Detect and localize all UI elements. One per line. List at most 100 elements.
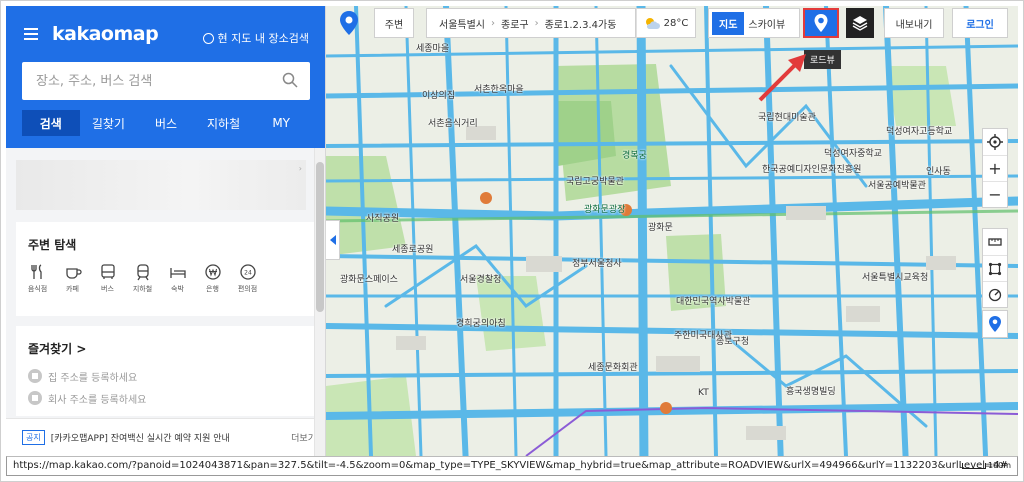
subway-icon (136, 264, 149, 281)
search-icon[interactable] (282, 72, 298, 88)
login-button[interactable]: 로그인 (952, 8, 1008, 38)
scrollbar-thumb[interactable] (316, 162, 324, 312)
scale-label: 100m (987, 461, 1011, 470)
favorites-title[interactable]: 즐겨찾기 > (16, 326, 314, 365)
kakaomap-logo: kakaomap (52, 23, 159, 45)
nearby-button[interactable]: 주변 (374, 8, 414, 38)
category-cafe[interactable]: 카페 (55, 263, 90, 294)
map-label: 이상의집 (422, 91, 456, 101)
nearby-categories: 음식점 카페 버스 지하철 숙박 은행 24 편의점 (16, 253, 314, 294)
search-box (22, 62, 310, 100)
category-bus[interactable]: 버스 (90, 263, 125, 294)
area-measure-button[interactable] (983, 255, 1007, 281)
tab-subway[interactable]: 지하철 (195, 110, 253, 136)
status-url: https://map.kakao.com/?panoid=1024043871… (13, 460, 1009, 471)
radius-icon (988, 288, 1002, 301)
browser-status-bar: https://map.kakao.com/?panoid=1024043871… (6, 456, 1018, 476)
briefcase-icon (28, 391, 42, 405)
zoom-out-button[interactable]: − (983, 181, 1007, 207)
map-label: 대한민국역사박물관 (676, 297, 751, 307)
favorite-home-label: 집 주소를 등록하세요 (48, 372, 138, 384)
zoom-in-button[interactable]: + (983, 155, 1007, 181)
address-city[interactable]: 서울특별시 (439, 16, 485, 31)
minus-icon: − (988, 185, 1002, 204)
chevron-left-icon (329, 235, 336, 245)
category-convenience[interactable]: 24 편의점 (230, 263, 265, 294)
map-label: 경희궁의아침 (456, 319, 506, 329)
partly-cloudy-icon (645, 18, 660, 29)
crosshair-icon (987, 134, 1003, 150)
park-5 (886, 66, 956, 126)
sidebar-collapse-button[interactable] (326, 220, 340, 260)
category-subway[interactable]: 지하철 (125, 263, 160, 294)
sidebar-tabs: 검색 길찾기 버스 지하철 MY (22, 110, 310, 136)
area-search-toggle[interactable]: 현 지도 내 장소검색 (202, 30, 309, 46)
map-view[interactable]: 세종마을 서촌한옥마을 이상의집 서촌음식거리 정부서울청사 광화문 광화문광장… (326, 6, 1018, 456)
area-search-label: 현 지도 내 장소검색 (217, 32, 309, 45)
tab-directions[interactable]: 길찾기 (80, 110, 138, 136)
chevron-right-icon: › (534, 17, 539, 29)
svg-text:24: 24 (244, 270, 252, 277)
category-restaurant[interactable]: 음식점 (20, 263, 55, 294)
park-inner (556, 101, 616, 166)
map-label: 흥국생명빌딩 (786, 387, 836, 397)
layers-button[interactable] (846, 8, 874, 38)
my-location-pin-button[interactable] (338, 8, 366, 38)
category-lodging[interactable]: 숙박 (160, 263, 195, 294)
favorite-work-label: 회사 주소를 등록하세요 (48, 394, 147, 406)
map-label: 서울경찰청 (460, 275, 502, 285)
sidebar-header: kakaomap 현 지도 내 장소검색 검색 길찾기 버스 지하철 MY (6, 6, 325, 148)
category-label: 숙박 (171, 285, 184, 293)
ruler-button[interactable] (983, 229, 1007, 255)
tab-my[interactable]: MY (252, 110, 310, 136)
map-label: 경복궁 (622, 151, 647, 161)
weather-widget[interactable]: 28°C (636, 8, 696, 38)
blue-pin-icon (989, 316, 1001, 332)
coffee-cup-icon (65, 268, 82, 279)
sidebar-scrollbar[interactable] (314, 148, 325, 456)
map-label: KT (698, 388, 709, 398)
radio-icon (202, 32, 214, 44)
category-bank[interactable]: 은행 (195, 263, 230, 294)
search-input[interactable] (22, 62, 262, 100)
address-district[interactable]: 종로구 (501, 16, 529, 31)
map-label: 덕성여자중학교 (824, 149, 882, 159)
current-location-button[interactable] (983, 129, 1007, 155)
category-label: 음식점 (27, 285, 48, 293)
map-type-skyview-button[interactable]: 스카이뷰 (748, 16, 785, 31)
temperature: 28°C (663, 17, 689, 29)
category-label: 버스 (101, 285, 114, 293)
tab-bus[interactable]: 버스 (137, 110, 195, 136)
roadview-mini-button[interactable] (983, 311, 1007, 337)
won-coin-icon (204, 264, 221, 280)
nearby-explore-card: 주변 탐색 음식점 카페 버스 지하철 숙박 은행 24 편의점 (16, 222, 314, 316)
map-label: 세종문화회관 (588, 363, 638, 373)
notice-more-link[interactable]: 더보기 (291, 431, 316, 444)
map-type-map-button[interactable]: 지도 (712, 11, 745, 35)
map-label: 사직공원 (366, 214, 400, 224)
notice-bar[interactable]: 공지 [카카오맵APP] 잔여백신 실시간 예약 지원 안내 더보기 (6, 418, 325, 456)
address-dong[interactable]: 종로1.2.3.4가동 (545, 16, 617, 31)
map-scale: 100m (961, 461, 1011, 470)
roadview-pin-icon (814, 14, 828, 32)
layers-icon (852, 16, 868, 31)
store-24-icon: 24 (239, 264, 256, 280)
bus-icon (100, 264, 115, 279)
category-label: 지하철 (132, 285, 153, 293)
fork-knife-icon (30, 264, 42, 279)
map-label: 광화문스페이스 (340, 275, 398, 285)
map-label: 한국공예디자인문화진흥원 (762, 165, 862, 175)
favorite-home[interactable]: 집 주소를 등록하세요 (16, 365, 314, 387)
radius-measure-button[interactable] (983, 281, 1007, 307)
map-label: 서촌음식거리 (428, 119, 478, 129)
roadview-mini-control (982, 310, 1008, 338)
category-label: 은행 (206, 285, 219, 293)
export-button[interactable]: 내보내기 (884, 8, 944, 38)
map-tools (982, 228, 1008, 308)
hamburger-menu-icon[interactable] (24, 28, 38, 40)
map-label: 서촌한옥마을 (474, 85, 524, 95)
ad-banner[interactable]: › (16, 160, 306, 210)
roadview-button[interactable] (803, 8, 839, 38)
tab-search[interactable]: 검색 (22, 110, 80, 136)
favorite-work[interactable]: 회사 주소를 등록하세요 (16, 387, 314, 409)
